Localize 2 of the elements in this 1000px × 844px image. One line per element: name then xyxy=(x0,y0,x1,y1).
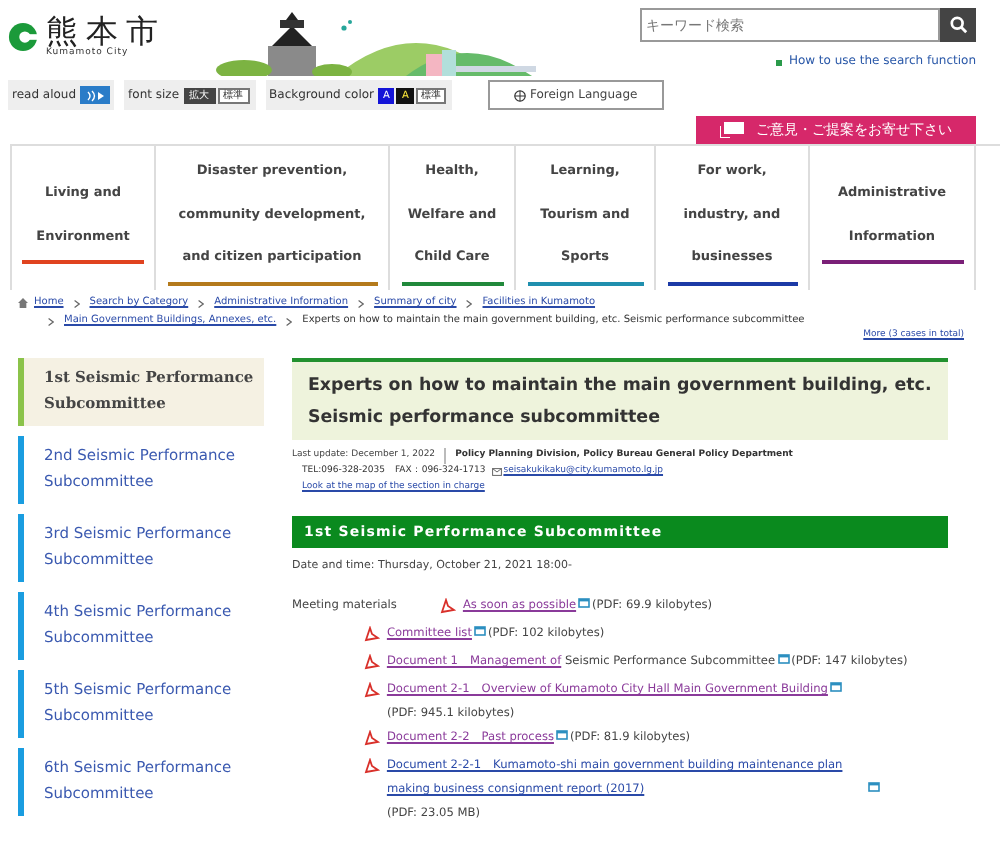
page-title: Experts on how to maintain the main government building, etc. Seismic performance subcommittee xyxy=(292,358,948,440)
city-name: 熊本市 xyxy=(46,13,166,47)
